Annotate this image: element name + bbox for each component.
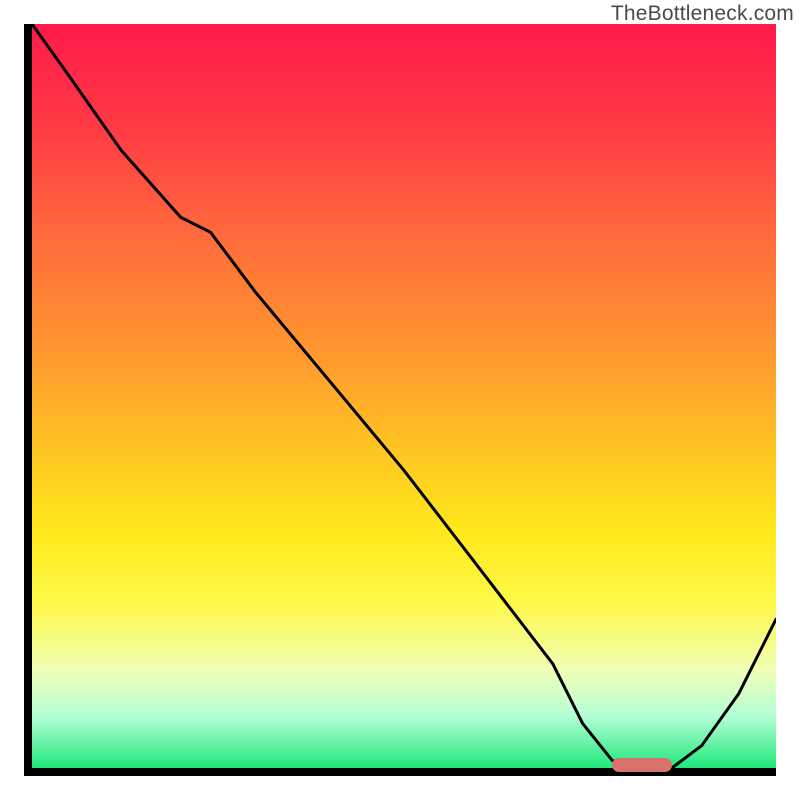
watermark-text: TheBottleneck.com	[611, 2, 794, 26]
optimum-marker	[612, 758, 672, 772]
y-axis	[24, 24, 32, 776]
bottleneck-curve	[32, 24, 776, 768]
chart-frame: TheBottleneck.com	[0, 0, 800, 800]
curve-path	[32, 24, 776, 768]
plot-area	[32, 24, 776, 768]
